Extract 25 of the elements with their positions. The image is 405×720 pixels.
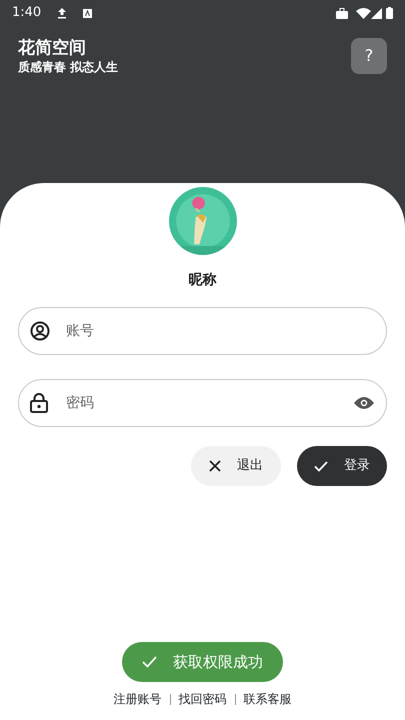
exit-button[interactable]: 退出: [191, 446, 281, 486]
footer-link[interactable]: 找回密码: [178, 690, 226, 708]
status-time: 1:40: [12, 4, 42, 22]
wifi-icon: [356, 8, 371, 18]
success-toast: 获取权限成功: [122, 642, 283, 682]
account-field[interactable]: 账号: [18, 307, 387, 355]
battery-icon: [386, 7, 393, 19]
eye-icon[interactable]: [353, 396, 375, 410]
login-button[interactable]: 登录: [297, 446, 387, 486]
check-icon: [142, 656, 157, 668]
upload-icon: [57, 7, 68, 19]
user-icon: [30, 321, 50, 341]
footer-link[interactable]: 联系客服: [244, 690, 292, 708]
app-notification-icon: [83, 8, 92, 18]
check-icon: [314, 460, 328, 472]
password-field[interactable]: 密码: [18, 379, 387, 427]
close-icon: [209, 460, 221, 472]
lock-icon: [30, 393, 48, 413]
briefcase-icon: [336, 8, 348, 18]
nickname: 昵称: [188, 272, 216, 288]
app-title: 花简空间: [18, 38, 87, 58]
app-subtitle: 质感青春 拟态人生: [18, 59, 118, 76]
help-button[interactable]: ?: [351, 38, 387, 74]
footer-link[interactable]: 注册账号: [114, 690, 162, 708]
signal-icon: [371, 8, 382, 18]
